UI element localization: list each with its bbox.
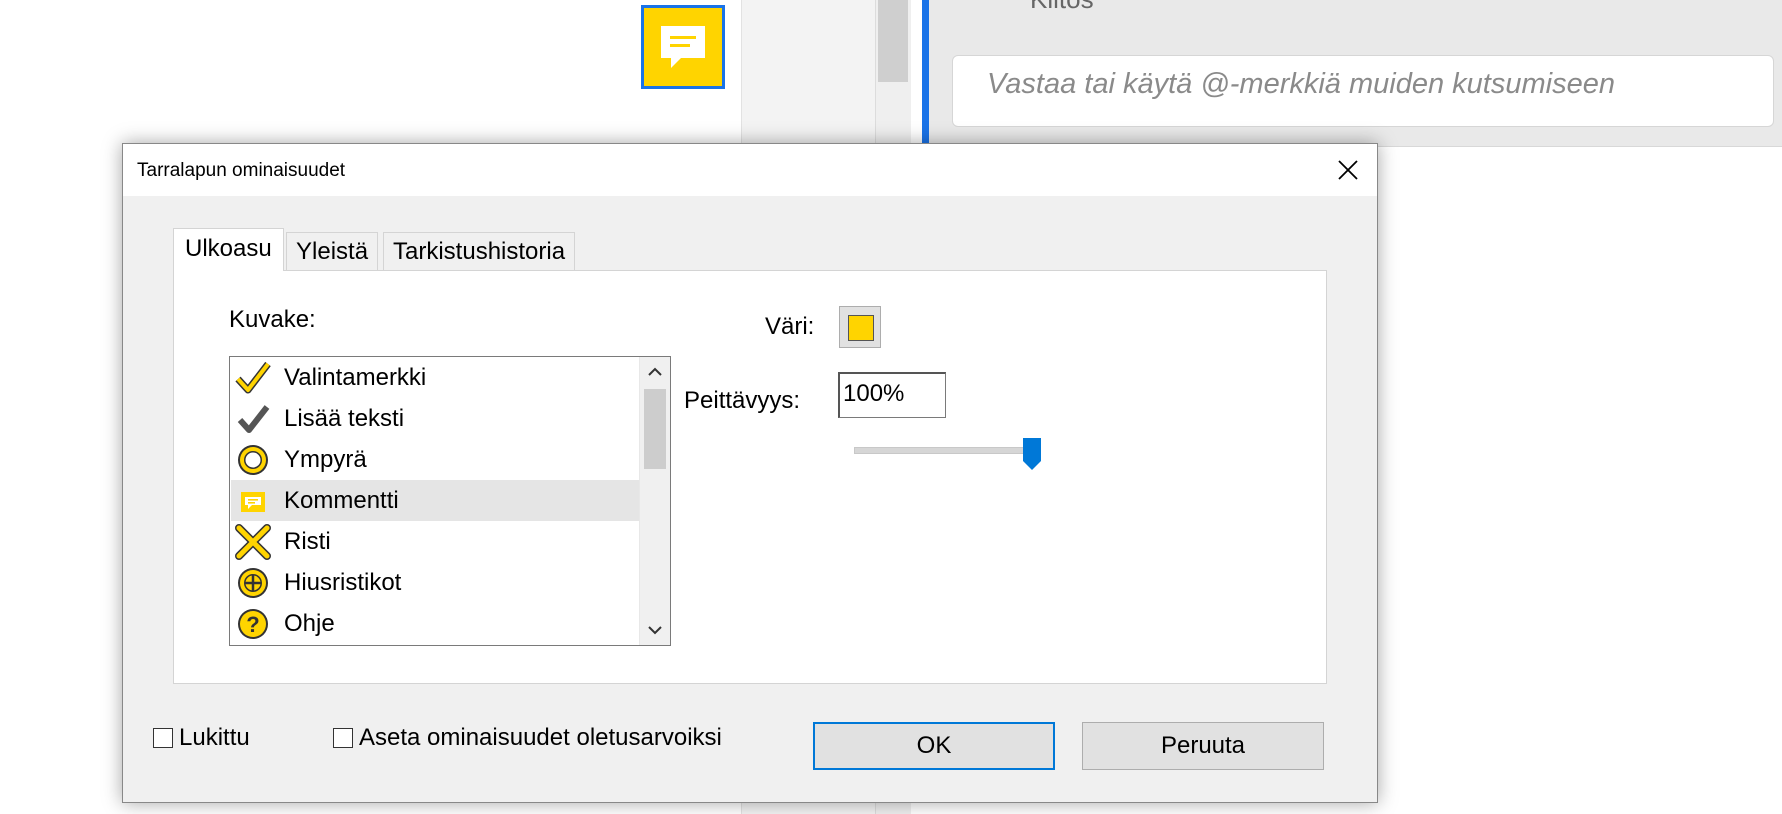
list-item[interactable]: Ympyrä xyxy=(231,439,639,480)
tab-ulkoasu[interactable]: Ulkoasu xyxy=(173,228,284,271)
sticky-note-button[interactable] xyxy=(641,5,725,89)
reply-input[interactable]: Vastaa tai käytä @-merkkiä muiden kutsum… xyxy=(952,55,1774,127)
comment-header-text: Kiitos xyxy=(1030,0,1094,15)
list-item-label: Kommentti xyxy=(284,487,399,514)
list-item-label: Hiusristikot xyxy=(284,569,402,596)
chevron-up-icon xyxy=(648,367,662,376)
set-defaults-label: Aseta ominaisuudet oletusarvoiksi xyxy=(359,724,722,751)
svg-text:?: ? xyxy=(246,612,259,637)
sticky-note-icon xyxy=(661,26,705,68)
sticky-note-properties-dialog: Tarralapun ominaisuudet Ulkoasu Yleistä … xyxy=(122,143,1378,803)
dialog-titlebar: Tarralapun ominaisuudet xyxy=(123,144,1377,196)
cancel-button[interactable]: Peruuta xyxy=(1082,722,1324,770)
chevron-down-icon xyxy=(648,626,662,635)
tab-yleista[interactable]: Yleistä xyxy=(286,232,379,270)
list-item[interactable]: ? Ohje xyxy=(231,603,639,644)
opacity-slider-thumb[interactable] xyxy=(1022,437,1042,471)
insert-text-icon xyxy=(237,405,270,433)
color-swatch xyxy=(848,315,874,341)
color-picker-button[interactable] xyxy=(839,306,881,348)
set-defaults-checkbox[interactable] xyxy=(333,728,353,748)
scrollbar-thumb[interactable] xyxy=(644,389,666,469)
list-item[interactable]: Lisää teksti xyxy=(231,398,639,439)
list-item-selected[interactable]: Kommentti xyxy=(231,480,639,521)
comment-icon xyxy=(241,492,265,512)
ok-button[interactable]: OK xyxy=(813,722,1055,770)
list-item[interactable]: Hiusristikot xyxy=(231,562,639,603)
icon-list-scrollbar[interactable] xyxy=(639,357,670,645)
list-item[interactable]: Valintamerkki xyxy=(231,357,639,398)
circle-icon xyxy=(238,445,268,475)
locked-label: Lukittu xyxy=(179,724,250,751)
scroll-up-button[interactable] xyxy=(640,357,670,387)
opacity-input[interactable]: 100% xyxy=(838,372,946,418)
color-label: Väri: xyxy=(765,313,815,340)
reply-placeholder: Vastaa tai käytä @-merkkiä muiden kutsum… xyxy=(987,68,1615,100)
cross-icon xyxy=(235,524,271,560)
crosshairs-icon xyxy=(238,568,268,598)
icon-label: Kuvake: xyxy=(229,306,316,333)
list-item-label: Ohje xyxy=(284,610,335,637)
checkmark-icon xyxy=(235,361,271,394)
help-icon: ? xyxy=(238,609,268,639)
list-item-label: Risti xyxy=(284,528,331,555)
list-item-label: Ympyrä xyxy=(284,446,367,473)
close-button[interactable] xyxy=(1319,144,1377,196)
opacity-label: Peittävyys: xyxy=(684,387,801,414)
list-item-label: Valintamerkki xyxy=(284,364,427,391)
appearance-panel: Kuvake: Valintamerkki Lisää teksti Ympyr… xyxy=(173,270,1327,684)
scroll-down-button[interactable] xyxy=(640,615,670,645)
tab-tarkistushistoria[interactable]: Tarkistushistoria xyxy=(383,232,576,270)
list-item-label: Lisää teksti xyxy=(284,405,405,432)
dialog-title: Tarralapun ominaisuudet xyxy=(137,160,346,181)
opacity-slider-track[interactable] xyxy=(854,447,1041,454)
locked-checkbox[interactable] xyxy=(153,728,173,748)
list-item[interactable]: Risti xyxy=(231,521,639,562)
close-icon xyxy=(1338,160,1358,180)
document-scrollbar-thumb[interactable] xyxy=(878,0,908,82)
comment-selection-bar xyxy=(922,0,929,146)
icon-listbox[interactable]: Valintamerkki Lisää teksti Ympyrä Kommen… xyxy=(229,356,671,646)
